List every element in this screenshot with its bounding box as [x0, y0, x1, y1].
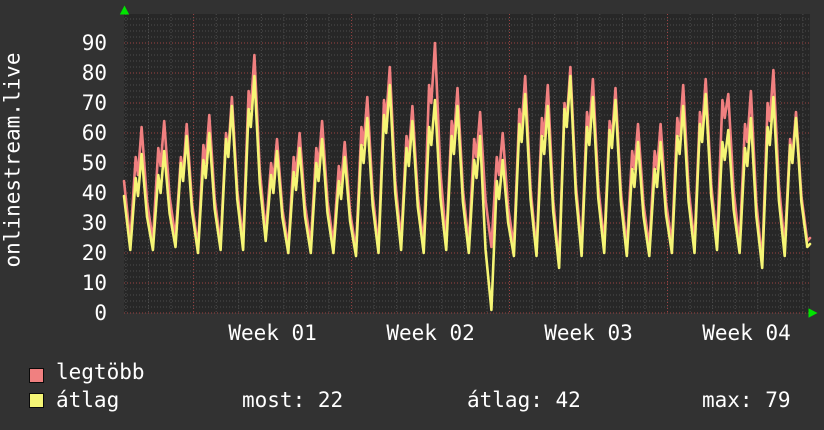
svg-text:40: 40	[82, 181, 107, 205]
stat-most-label: most:	[242, 388, 306, 412]
svg-text:0: 0	[94, 301, 107, 325]
y-axis-title: onlinestream.live	[0, 52, 25, 268]
stat-atlag-label: átlag:	[467, 388, 543, 412]
svg-text:Week 02: Week 02	[386, 321, 475, 345]
legend-swatch-atlag	[29, 393, 44, 408]
svg-text:50: 50	[82, 151, 107, 175]
stat-most: most: 22	[242, 388, 343, 412]
rrd-graph: 0 10 20 30 40 50 60 70 80 90 Week 01 Week 02 Week 03…	[0, 0, 824, 430]
svg-text:70: 70	[82, 91, 107, 115]
svg-text:10: 10	[82, 271, 107, 295]
stat-most-value: 22	[317, 388, 344, 412]
svg-text:20: 20	[82, 241, 107, 265]
stat-max-value: 79	[765, 388, 791, 412]
svg-text:30: 30	[82, 211, 107, 235]
svg-text:90: 90	[82, 31, 107, 55]
legend-label-legtobb: legtöbb	[56, 360, 145, 384]
svg-text:60: 60	[82, 121, 107, 145]
stat-atlag: átlag: 42	[467, 388, 581, 412]
svg-text:80: 80	[82, 61, 107, 85]
stat-atlag-value: 42	[555, 388, 581, 412]
svg-text:Week 03: Week 03	[544, 321, 633, 345]
legend-swatch-legtobb	[29, 368, 44, 383]
stat-max-label: max:	[702, 388, 753, 412]
stat-max: max: 79	[702, 388, 791, 412]
svg-text:Week 04: Week 04	[702, 321, 791, 345]
svg-text:Week 01: Week 01	[228, 321, 317, 345]
legend-label-atlag: átlag	[56, 388, 120, 412]
